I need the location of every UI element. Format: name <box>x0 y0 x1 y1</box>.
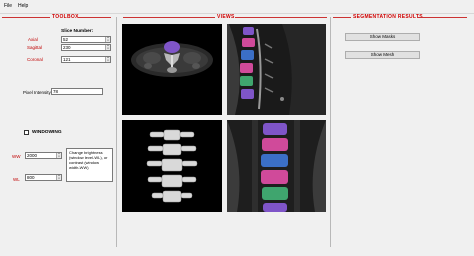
windowing-label: WINDOWING <box>32 130 62 135</box>
ww-value: 2000 <box>27 153 38 158</box>
toolbox-header-line-right <box>78 17 111 18</box>
menu-help[interactable]: Help <box>18 3 28 9</box>
coronal-ct-image <box>227 120 326 212</box>
mesh-view[interactable] <box>122 120 222 212</box>
slice-number-heading: Slice Number: <box>61 29 94 34</box>
segmentation-header-line-left <box>333 17 351 18</box>
views-title: VIEWS <box>217 14 235 20</box>
axial-slice-value: 52 <box>63 37 69 42</box>
toolbox-title: TOOLBOX <box>52 14 79 20</box>
toolbox-header-line-left <box>2 17 50 18</box>
coronal-view[interactable] <box>227 120 326 212</box>
axial-slice-spinbox[interactable]: 52 ▴ ▾ <box>61 36 111 43</box>
ww-label: WW <box>12 154 21 159</box>
axial-label: Axial <box>28 37 38 42</box>
coronal-label: Coronal <box>27 57 43 62</box>
sagittal-slice-spinbox[interactable]: 230 ▴ ▾ <box>61 44 111 51</box>
show-mesh-button[interactable]: Show Mesh <box>345 51 420 59</box>
menu-bar: File Help <box>0 0 474 14</box>
segmentation-title: SEGMENTATION RESULTS <box>353 14 423 20</box>
coronal-slice-value: 121 <box>63 57 71 62</box>
spine-mesh-image <box>146 129 198 203</box>
show-masks-button[interactable]: Show Masks <box>345 33 420 41</box>
windowing-checkbox[interactable] <box>24 130 29 135</box>
sagittal-view[interactable] <box>227 24 326 115</box>
sagittal-ct-image <box>227 24 326 115</box>
wl-spinbox[interactable]: 800 ▴ ▾ <box>25 174 62 181</box>
ww-spinbox[interactable]: 2000 ▴ ▾ <box>25 152 62 159</box>
spin-arrows-icon[interactable]: ▴ ▾ <box>105 36 110 42</box>
menu-file[interactable]: File <box>4 3 12 9</box>
toolbox-divider <box>116 17 117 247</box>
spin-arrows-icon[interactable]: ▴ ▾ <box>105 56 110 62</box>
views-header-line-left <box>123 17 215 18</box>
segmentation-header-line-right <box>417 17 467 18</box>
axial-ct-image <box>131 41 213 77</box>
sagittal-label: Sagittal <box>27 45 43 50</box>
wl-value: 800 <box>27 175 35 180</box>
wl-label: WL <box>13 177 20 182</box>
sagittal-slice-value: 230 <box>63 45 71 50</box>
windowing-hint-box: Change brightness (window level-WL), or … <box>66 148 113 182</box>
axial-view[interactable] <box>122 24 222 115</box>
views-divider <box>330 17 331 247</box>
views-header-line-right <box>235 17 327 18</box>
spin-arrows-icon[interactable]: ▴ ▾ <box>105 44 110 50</box>
pixel-intensity-label: Pixel Intensity <box>23 90 51 95</box>
pixel-intensity-field[interactable]: 78 <box>51 88 103 95</box>
coronal-slice-spinbox[interactable]: 121 ▴ ▾ <box>61 56 111 63</box>
spin-arrows-icon[interactable]: ▴ ▾ <box>56 152 61 158</box>
spin-arrows-icon[interactable]: ▴ ▾ <box>56 174 61 180</box>
